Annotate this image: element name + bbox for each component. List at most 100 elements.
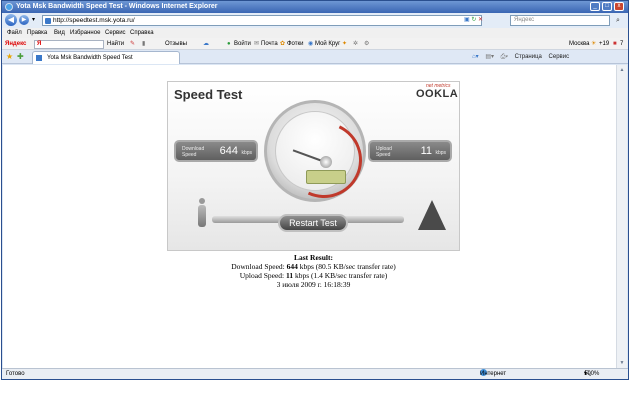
print-icon[interactable]: ⎙▾: [501, 54, 508, 60]
browser-window: Yota Msk Bandwidth Speed Test - Windows …: [1, 0, 629, 380]
favorites-star-icon[interactable]: ★: [6, 52, 13, 61]
upload-result-value: 11: [286, 271, 294, 280]
yandex-login[interactable]: Войти: [234, 38, 251, 50]
maximize-button[interactable]: □: [602, 2, 612, 11]
upload-result-label: Upload Speed:: [239, 271, 285, 280]
yandex-mail[interactable]: Почта: [261, 38, 278, 50]
tab-label: Yota Msk Bandwidth Speed Test: [47, 55, 133, 61]
result-timestamp: 3 июля 2009 г. 16:18:39: [276, 280, 351, 289]
weather-icon[interactable]: ☁: [203, 38, 209, 50]
circle-icon: ◉: [308, 41, 314, 47]
photos-icon: ✿: [280, 41, 286, 47]
forward-button[interactable]: ▶: [19, 15, 29, 25]
window-title: Yota Msk Bandwidth Speed Test - Windows …: [16, 3, 218, 10]
upload-result-rate: kbps (1.4 KB/sec transfer rate): [294, 271, 388, 280]
address-input[interactable]: http://speedtest.msk.yota.ru/: [42, 15, 482, 26]
gauge-hub: [320, 156, 332, 168]
download-label: Download Speed: [182, 146, 205, 158]
menu-help[interactable]: Справка: [130, 28, 154, 38]
gauge-readout: [306, 170, 346, 184]
status-text: Готово: [6, 371, 25, 377]
download-result-rate: kbps (80.5 KB/sec transfer rate): [299, 262, 396, 271]
address-bar-row: ◀ ▶ ▾ http://speedtest.msk.yota.ru/ ▣ ↻ …: [2, 13, 628, 28]
back-button[interactable]: ◀: [5, 14, 17, 26]
close-button[interactable]: x: [614, 2, 624, 11]
zone-label: Интернет: [480, 371, 507, 377]
chart-icon[interactable]: ▮: [142, 38, 145, 50]
upload-value: 11: [420, 145, 432, 157]
settings-icon[interactable]: ✲: [353, 38, 358, 50]
upload-result-line: Upload Speed: 11 kbps (1.4 KB/sec transf…: [167, 271, 460, 280]
zoom-level: 100%: [584, 371, 600, 377]
yandex-brand[interactable]: Яндекс: [5, 38, 26, 50]
ookla-logo: OOKLA: [416, 88, 459, 100]
history-dropdown-icon[interactable]: ▾: [32, 16, 35, 23]
stop-icon[interactable]: ✕: [478, 17, 483, 23]
pen-icon[interactable]: ✎: [130, 38, 135, 50]
download-result-value: 644: [286, 262, 298, 271]
vertical-scrollbar[interactable]: ▲ ▼: [616, 65, 627, 368]
speedtest-title: Speed Test: [174, 87, 243, 102]
yandex-toolbar: Яндекс Я Найти ✎ ▮ Отзывы ☁ ● Войти ✉ По…: [2, 38, 628, 50]
search-icon[interactable]: ⌕: [612, 15, 624, 26]
tab-speed-test[interactable]: Yota Msk Bandwidth Speed Test: [32, 51, 180, 64]
menu-edit[interactable]: Правка: [27, 28, 47, 38]
scroll-down-icon[interactable]: ▼: [618, 359, 626, 367]
scroll-up-icon[interactable]: ▲: [618, 66, 626, 74]
address-url: http://speedtest.msk.yota.ru/: [53, 17, 135, 24]
person-icon: [196, 198, 208, 228]
yandex-search-input[interactable]: Я: [34, 40, 104, 49]
gauge-dial: [275, 111, 373, 209]
upload-label: Upload Speed: [376, 146, 392, 158]
home-icon[interactable]: ⌂▾: [472, 54, 479, 60]
tools-menu[interactable]: Сервис: [549, 54, 570, 60]
yandex-my-circle[interactable]: Мой Круг: [315, 38, 340, 50]
status-bar: Готово Интернет 🔍︎ 100% ▾: [2, 368, 628, 379]
speedtest-widget: Speed Test net metrics OOKLA Download Sp…: [167, 81, 460, 251]
last-result: Last Result: Download Speed: 644 kbps (8…: [167, 253, 460, 289]
menu-bar: Файл Правка Вид Избранное Сервис Справка: [2, 28, 628, 38]
command-bar: ⌂▾ ▤▾ ⎙▾ Страница Сервис: [472, 53, 574, 61]
money-icon[interactable]: ✦: [342, 38, 347, 50]
page-content: Speed Test net metrics OOKLA Download Sp…: [3, 65, 627, 368]
restart-test-button[interactable]: Restart Test: [278, 214, 348, 232]
yandex-reviews[interactable]: Отзывы: [165, 38, 187, 50]
address-tools: ▣ ↻ ✕: [464, 16, 483, 23]
download-result-line: Download Speed: 644 kbps (80.5 KB/sec tr…: [167, 262, 460, 271]
download-result-label: Download Speed:: [231, 262, 285, 271]
notification-icon[interactable]: ■: [613, 38, 617, 50]
compat-icon[interactable]: ▣: [464, 17, 470, 23]
yandex-photos[interactable]: Фотки: [287, 38, 304, 50]
feeds-icon[interactable]: ▤▾: [485, 54, 494, 60]
menu-file[interactable]: Файл: [7, 28, 22, 38]
download-panel: Download Speed 644 kbps: [174, 140, 258, 162]
upload-panel: Upload Speed 11 kbps: [368, 140, 452, 162]
page-favicon-icon: [45, 18, 51, 24]
tab-favicon-icon: [36, 55, 42, 61]
tab-row: ★ ✚ Yota Msk Bandwidth Speed Test ⌂▾ ▤▾ …: [2, 50, 628, 64]
add-favorites-icon[interactable]: ✚: [17, 52, 24, 61]
gear-icon[interactable]: ⚙: [364, 38, 369, 50]
ie-icon: [5, 3, 13, 11]
upload-unit: kbps: [435, 150, 446, 156]
yandex-count[interactable]: 7: [620, 38, 623, 50]
page-menu[interactable]: Страница: [515, 54, 542, 60]
yandex-city[interactable]: Москва: [569, 38, 589, 50]
result-heading: Last Result:: [294, 253, 333, 262]
title-bar: Yota Msk Bandwidth Speed Test - Windows …: [2, 1, 628, 13]
yandex-temperature[interactable]: +19: [599, 38, 609, 50]
menu-favorites[interactable]: Избранное: [70, 28, 100, 38]
login-icon: ●: [227, 41, 231, 47]
search-input[interactable]: Яндекс: [510, 15, 610, 26]
zoom-control[interactable]: 🔍︎ 100% ▾: [584, 369, 599, 379]
download-unit: kbps: [241, 150, 252, 156]
menu-view[interactable]: Вид: [54, 28, 65, 38]
server-pyramid-icon: [418, 200, 446, 230]
refresh-icon[interactable]: ↻: [471, 17, 476, 23]
yandex-find-button[interactable]: Найти: [107, 38, 124, 50]
menu-tools[interactable]: Сервис: [105, 28, 126, 38]
speed-gauge: [264, 100, 373, 209]
download-value: 644: [219, 145, 238, 157]
minimize-button[interactable]: _: [590, 2, 600, 11]
sun-icon: ☀: [591, 41, 597, 47]
